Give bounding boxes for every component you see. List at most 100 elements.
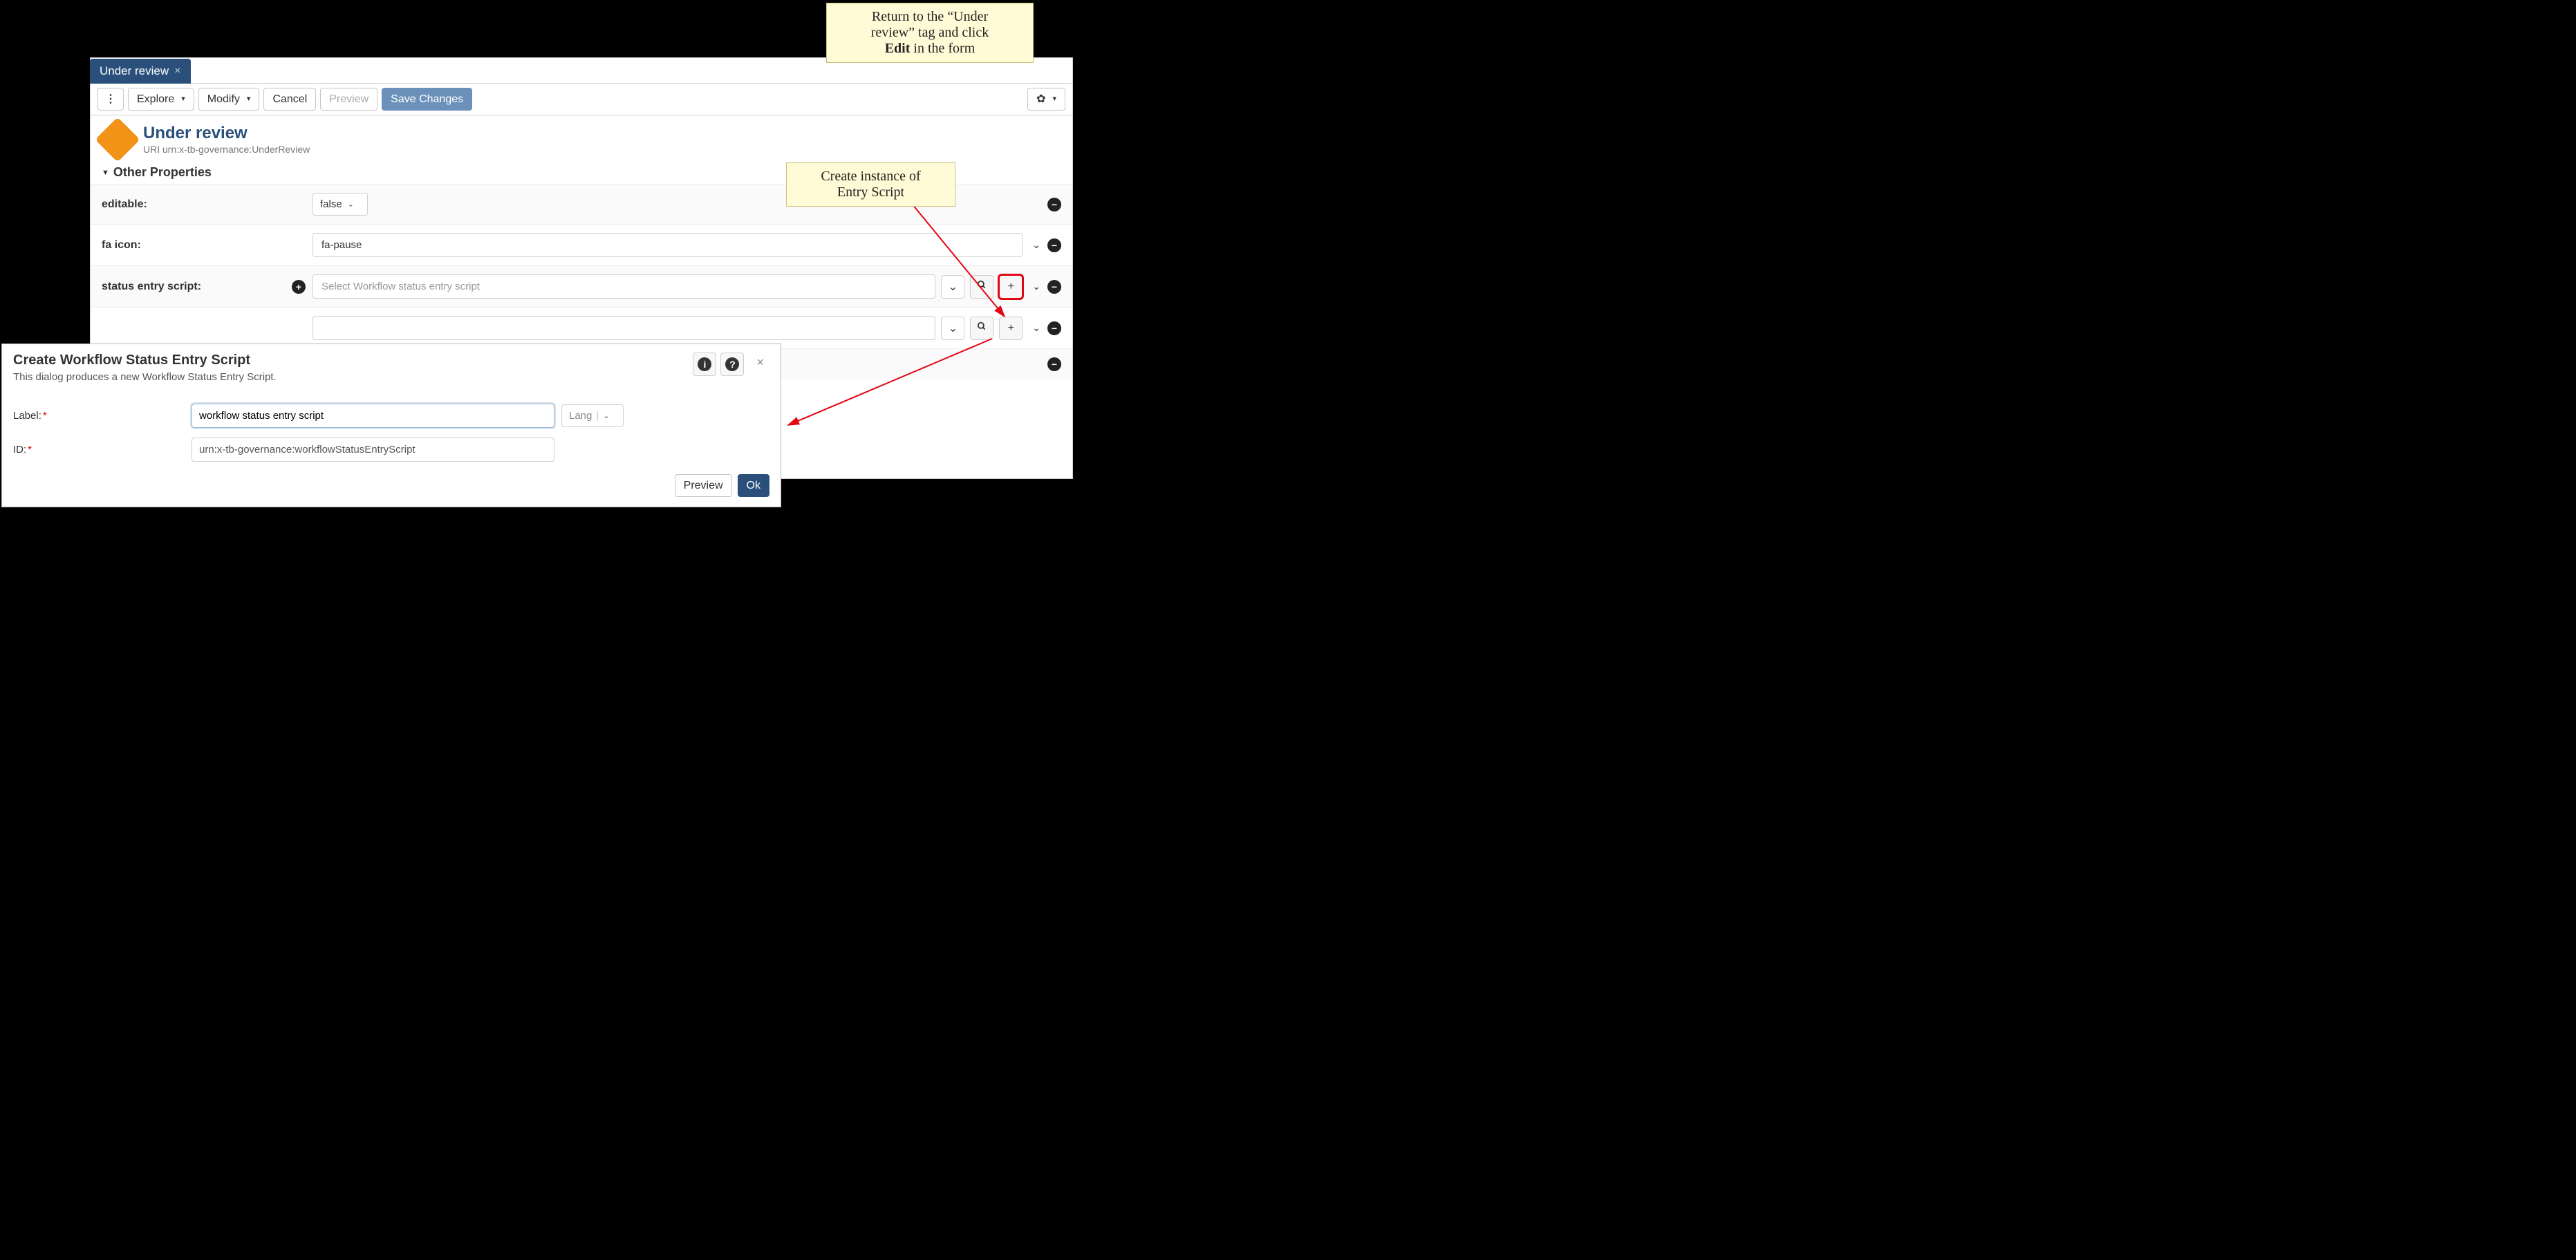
create-instance-button[interactable]: + <box>999 275 1023 299</box>
row-actions: ⌄ − <box>1029 321 1061 335</box>
label-text: Label: <box>13 410 41 422</box>
tab-label: Under review <box>100 64 169 78</box>
prop-field-entry-script: ⌄ + <box>312 274 1023 299</box>
plus-icon: + <box>1008 322 1014 335</box>
cancel-label: Cancel <box>272 93 307 106</box>
dialog-subtitle: This dialog produces a new Workflow Stat… <box>13 371 693 383</box>
info-icon: i <box>698 357 711 371</box>
remove-icon[interactable]: − <box>1047 238 1061 252</box>
add-inline-icon[interactable]: + <box>292 280 306 294</box>
section-label: Other Properties <box>113 165 212 180</box>
callout1-rest: in the form <box>910 41 975 56</box>
preview-label: Preview <box>329 93 368 106</box>
prop-field-fa-icon <box>312 233 1023 257</box>
remove-icon[interactable]: − <box>1047 357 1061 371</box>
explore-label: Explore <box>137 93 174 106</box>
lang-select[interactable]: Lang | ⌄ <box>561 404 624 427</box>
label-field-label: Label:* <box>13 410 185 422</box>
tab-close-icon[interactable]: × <box>174 65 180 77</box>
row-actions: − <box>1047 198 1061 211</box>
settings-dropdown[interactable]: ✿ <box>1027 88 1065 111</box>
uri-key: URI <box>143 144 160 155</box>
label-input[interactable] <box>192 404 554 428</box>
uri-value: urn:x-tb-governance:UnderReview <box>162 144 310 155</box>
collapse-caret-icon: ▼ <box>102 169 109 177</box>
entity-header: Under review URI urn:x-tb-governance:Und… <box>91 115 1072 158</box>
chevron-down-icon[interactable]: ⌄ <box>1029 322 1043 334</box>
field-row-label: Label:* Lang | ⌄ <box>13 404 769 428</box>
prop-row-fa-icon: fa icon: ⌄ − <box>91 224 1072 265</box>
save-label: Save Changes <box>391 93 463 106</box>
dialog-ok-button[interactable]: Ok <box>738 474 769 497</box>
editable-value: false <box>320 198 342 210</box>
dialog-footer: Preview Ok <box>13 474 769 497</box>
create-entry-script-dialog: Create Workflow Status Entry Script This… <box>1 344 781 507</box>
prop-row-entry-script: status entry script: + ⌄ + ⌄ − <box>91 265 1072 307</box>
modify-label: Modify <box>207 93 240 106</box>
explore-dropdown[interactable]: Explore <box>128 88 194 111</box>
search-button[interactable] <box>970 317 993 340</box>
preview-button[interactable]: Preview <box>320 88 377 111</box>
entity-title: Under review <box>143 124 310 142</box>
callout1-line1: Return to the “Under <box>872 9 988 24</box>
info-button[interactable]: i <box>693 352 716 376</box>
callout-create-instance: Create instance of Entry Script <box>786 162 955 207</box>
callout-return-to-tag: Return to the “Under review” tag and cli… <box>826 3 1034 63</box>
search-icon <box>977 321 987 335</box>
chevron-down-icon: ⌄ <box>603 411 609 420</box>
tab-under-review[interactable]: Under review × <box>90 59 191 84</box>
required-star: * <box>28 444 32 455</box>
gear-icon: ✿ <box>1036 93 1045 106</box>
dialog-title: Create Workflow Status Entry Script <box>13 352 693 368</box>
dialog-ok-label: Ok <box>747 479 760 492</box>
prop-field-secondary: ⌄ + <box>312 316 1023 340</box>
search-icon <box>977 280 987 293</box>
dialog-preview-button[interactable]: Preview <box>675 474 732 497</box>
required-star: * <box>43 410 47 422</box>
help-icon: ? <box>725 357 739 371</box>
prop-row-secondary: ⌄ + ⌄ − <box>91 307 1072 348</box>
more-actions-button[interactable]: ⋮ <box>97 88 124 111</box>
fa-icon-input[interactable] <box>312 233 1023 257</box>
chevron-down-icon[interactable]: ⌄ <box>1029 239 1043 251</box>
row-actions: − <box>1047 357 1061 371</box>
select-chevron-icon[interactable]: ⌄ <box>941 275 964 299</box>
dialog-header: Create Workflow Status Entry Script This… <box>13 352 769 383</box>
plus-icon: + <box>1008 281 1014 293</box>
save-changes-button[interactable]: Save Changes <box>382 88 472 111</box>
remove-icon[interactable]: − <box>1047 280 1061 294</box>
entry-script-select[interactable] <box>312 274 935 299</box>
more-icon: ⋮ <box>105 93 116 106</box>
tabs-strip: Under review × <box>90 57 191 84</box>
remove-icon[interactable]: − <box>1047 198 1061 211</box>
chevron-down-icon[interactable]: ⌄ <box>1029 281 1043 292</box>
search-button[interactable] <box>970 275 993 299</box>
entity-uri: URI urn:x-tb-governance:UnderReview <box>143 144 310 155</box>
row-actions: ⌄ − <box>1029 280 1061 294</box>
id-field-label: ID:* <box>13 444 185 455</box>
secondary-select[interactable] <box>312 316 935 340</box>
editable-select[interactable]: false ⌄ <box>312 193 368 216</box>
modify-dropdown[interactable]: Modify <box>198 88 260 111</box>
dialog-close-icon[interactable]: × <box>751 352 769 373</box>
id-input[interactable] <box>192 438 554 462</box>
help-button[interactable]: ? <box>720 352 744 376</box>
dialog-preview-label: Preview <box>684 479 723 492</box>
prop-label-fa-icon: fa icon: <box>102 239 306 252</box>
callout1-bold: Edit <box>885 41 911 56</box>
prop-label-editable: editable: <box>102 198 306 211</box>
create-instance-button[interactable]: + <box>999 317 1023 340</box>
lang-placeholder: Lang <box>569 410 592 422</box>
cancel-button[interactable]: Cancel <box>263 88 316 111</box>
chevron-down-icon: ⌄ <box>348 200 354 209</box>
toolbar: ⋮ Explore Modify Cancel Preview Save Cha… <box>91 83 1072 115</box>
remove-icon[interactable]: − <box>1047 321 1061 335</box>
field-row-id: ID:* <box>13 438 769 462</box>
dialog-body: Label:* Lang | ⌄ ID:* <box>13 404 769 462</box>
select-chevron-icon[interactable]: ⌄ <box>941 317 964 340</box>
entity-icon <box>95 117 140 162</box>
callout2-line1: Create instance of <box>821 169 920 184</box>
callout2-line2: Entry Script <box>837 185 904 200</box>
id-text: ID: <box>13 444 26 455</box>
prop-label-text: status entry script: <box>102 281 201 293</box>
